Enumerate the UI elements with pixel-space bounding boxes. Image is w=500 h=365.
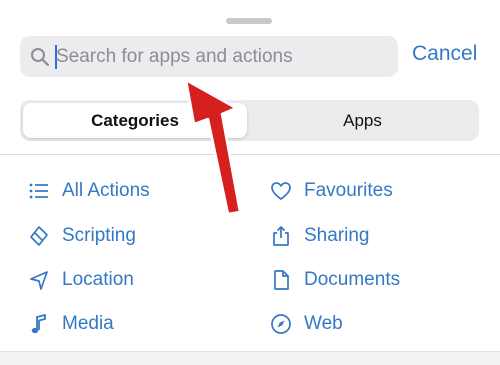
category-label: Media — [62, 313, 114, 334]
search-bar[interactable] — [20, 36, 398, 77]
category-documents[interactable]: Documents — [270, 265, 400, 295]
tab-apps[interactable]: Apps — [249, 103, 476, 138]
category-label: Favourites — [304, 180, 393, 201]
document-icon — [274, 270, 289, 290]
category-all-actions[interactable]: All Actions — [28, 176, 150, 206]
sheet-grabber[interactable] — [226, 18, 272, 24]
category-label: All Actions — [62, 180, 150, 201]
category-label: Location — [62, 269, 134, 290]
category-scripting[interactable]: Scripting — [28, 221, 136, 251]
category-location[interactable]: Location — [28, 265, 134, 295]
music-note-icon — [31, 314, 46, 334]
sheet-bottom-edge — [0, 351, 500, 365]
share-icon — [273, 226, 289, 246]
category-label: Scripting — [62, 225, 136, 246]
scripting-icon — [30, 226, 48, 246]
cancel-button[interactable]: Cancel — [412, 42, 477, 66]
search-icon — [31, 48, 50, 67]
category-label: Sharing — [304, 225, 370, 246]
category-segmented-control: Categories Apps — [20, 100, 479, 141]
shortcuts-action-sheet: Cancel Categories Apps All Actions Scrip… — [0, 0, 500, 365]
category-label: Web — [304, 313, 343, 334]
tab-categories[interactable]: Categories — [23, 103, 247, 138]
category-sharing[interactable]: Sharing — [270, 221, 370, 251]
section-divider — [0, 154, 500, 155]
list-icon — [29, 183, 48, 199]
search-input[interactable] — [56, 36, 386, 77]
category-favourites[interactable]: Favourites — [270, 176, 393, 206]
heart-icon — [271, 182, 291, 200]
location-arrow-icon — [30, 271, 48, 290]
category-web[interactable]: Web — [270, 309, 343, 339]
category-label: Documents — [304, 269, 401, 290]
category-media[interactable]: Media — [28, 309, 114, 339]
compass-icon — [271, 314, 291, 334]
